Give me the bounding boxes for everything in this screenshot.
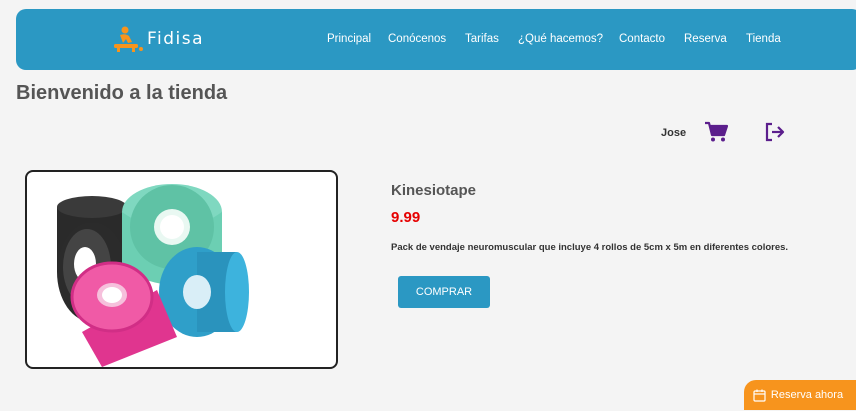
brand-name: Fidisa	[147, 29, 205, 49]
nav-item-principal[interactable]: Principal	[327, 33, 371, 45]
massage-person-icon	[114, 26, 143, 52]
reserve-now-button[interactable]: Reserva ahora	[744, 380, 856, 410]
kinesiotape-rolls-image	[57, 184, 249, 367]
logout-icon[interactable]	[764, 121, 786, 148]
page-title: Bienvenido a la tienda	[16, 82, 228, 104]
nav-item-tienda[interactable]: Tienda	[746, 33, 781, 45]
product-description: Pack de vendaje neuromuscular que incluy…	[391, 242, 789, 253]
navbar: Fidisa Principal Conócenos Tarifas ¿Qué …	[16, 9, 856, 70]
brand-logo[interactable]: Fidisa	[108, 25, 204, 53]
product-price: 9.99	[391, 209, 421, 226]
nav-item-reserva[interactable]: Reserva	[684, 33, 727, 45]
reserve-now-label: Reserva ahora	[770, 389, 844, 401]
calendar-icon	[753, 389, 766, 402]
product-image	[25, 170, 338, 369]
user-name: Jose	[661, 127, 687, 139]
buy-button[interactable]: COMPRAR	[398, 276, 490, 308]
nav-item-que-hacemos[interactable]: ¿Qué hacemos?	[518, 33, 603, 45]
nav-item-tarifas[interactable]: Tarifas	[465, 33, 499, 45]
nav-item-contacto[interactable]: Contacto	[619, 33, 665, 45]
product-name: Kinesiotape	[391, 182, 477, 199]
shopping-cart-icon[interactable]	[704, 121, 729, 148]
nav-item-conocenos[interactable]: Conócenos	[388, 33, 446, 45]
